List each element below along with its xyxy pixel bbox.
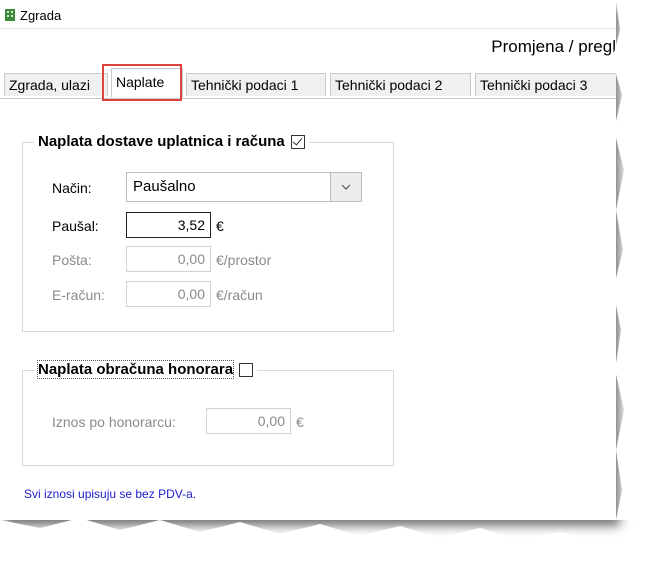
iznos-unit: € xyxy=(296,414,304,430)
torn-edge-right xyxy=(612,0,668,520)
group-naplata-honorara-legend[interactable]: Naplata obračuna honorara xyxy=(34,360,258,379)
tab-divider xyxy=(0,98,616,99)
window-title: Zgrada xyxy=(20,8,62,23)
nacin-label: Način: xyxy=(52,180,92,196)
eracun-input[interactable]: 0,00 xyxy=(126,281,211,307)
group-naplata-dostave-legend[interactable]: Naplata dostave uplatnica i računa xyxy=(34,133,309,150)
eracun-unit: €/račun xyxy=(216,287,263,303)
tab-zgrada-ulazi[interactable]: Zgrada, ulazi xyxy=(4,73,108,96)
app-window: Zgrada Promjena / pregl Zgrada, ulazi Na… xyxy=(0,0,616,520)
chevron-down-icon[interactable] xyxy=(330,173,361,201)
torn-edge-bottom xyxy=(0,518,668,581)
pausal-label: Paušal: xyxy=(52,218,99,234)
tab-tehnicki-podaci-1[interactable]: Tehnički podaci 1 xyxy=(186,73,326,96)
naplata-honorara-checkbox[interactable] xyxy=(239,362,254,377)
tab-tehnicki-podaci-2[interactable]: Tehnički podaci 2 xyxy=(330,73,471,96)
tab-highlight-box xyxy=(102,64,182,101)
pausal-unit: € xyxy=(216,218,224,234)
pausal-input[interactable]: 3,52 xyxy=(126,212,211,238)
nacin-select[interactable]: Paušalno xyxy=(126,172,362,202)
posta-input[interactable]: 0,00 xyxy=(126,246,211,272)
tab-strip: Zgrada, ulazi Naplate Tehnički podaci 1 … xyxy=(4,68,616,99)
title-bar: Zgrada xyxy=(0,0,616,29)
tab-tehnicki-podaci-3[interactable]: Tehnički podaci 3 xyxy=(475,73,616,96)
iznos-input[interactable]: 0,00 xyxy=(206,408,291,434)
naplata-dostave-label: Naplata dostave uplatnica i računa xyxy=(38,133,285,150)
iznos-label: Iznos po honorarcu: xyxy=(52,414,176,430)
posta-unit: €/prostor xyxy=(216,252,272,268)
eracun-label: E-račun: xyxy=(52,287,105,303)
posta-label: Pošta: xyxy=(52,252,92,268)
naplata-dostave-checkbox[interactable] xyxy=(290,134,305,149)
naplata-honorara-label: Naplata obračuna honorara xyxy=(36,360,235,379)
footer-note: Svi iznosi upisuju se bez PDV-a. xyxy=(24,487,197,501)
nacin-select-value: Paušalno xyxy=(133,178,196,195)
building-icon xyxy=(5,9,15,21)
